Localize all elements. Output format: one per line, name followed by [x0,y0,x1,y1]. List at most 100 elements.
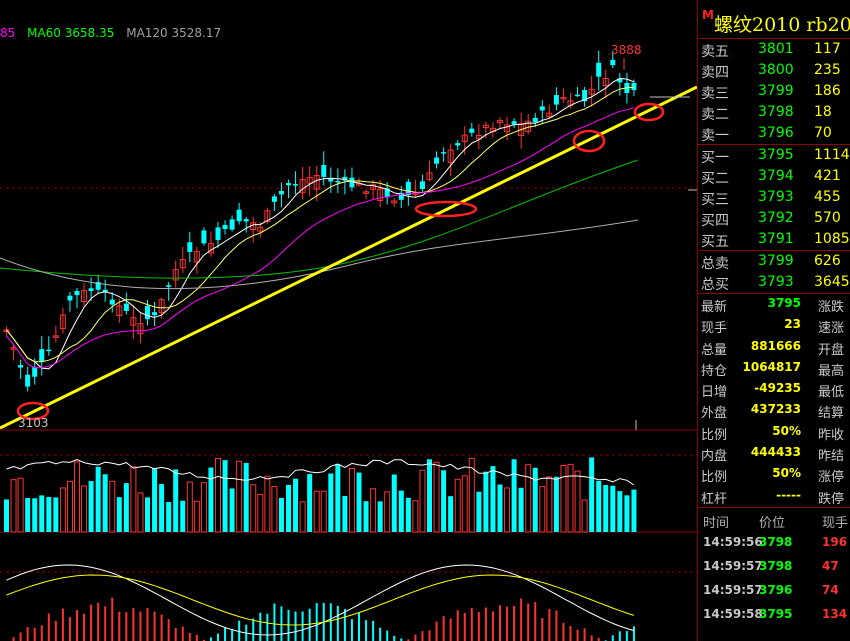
total-row[interactable]: 总买 3793 3645 [698,272,850,293]
stat-row: 最新 3795 涨跌 [698,294,850,315]
volume-bar [186,481,193,533]
volume-bar [596,480,602,532]
level-label: 卖三 [701,86,729,102]
stat-label: 日增 [701,385,728,401]
tick-row[interactable]: 14:59:57 3796 74 [698,578,850,602]
bid-row[interactable]: 买二 3794 421 [698,166,850,187]
volume-bar [95,466,101,532]
candle-body [74,290,80,296]
volume-bar [511,459,517,532]
volume-bar [313,490,320,533]
kline-chart-area[interactable]: 3888 3103 85 MA60 3658.35 MA120 3528.17 [0,0,697,641]
level-volume: 235 [814,62,841,78]
volume-bar [229,488,235,532]
level-price: 3792 [758,210,794,226]
volume-bar [152,467,158,532]
level-volume: 70 [814,125,832,141]
volume-bar [490,466,496,532]
volume-bar [109,480,116,533]
volume-bar [546,476,553,533]
volume-bar [560,465,567,533]
level-price: 3801 [758,41,794,57]
volume-bar [384,491,391,533]
candle-body [631,83,637,91]
volume-bar [581,499,588,533]
stat-row: 日增 -49235 最低 [698,379,850,400]
tick-price: 3798 [759,534,793,549]
stat-label: 比例 [701,427,728,443]
level-price: 3793 [758,274,794,290]
stat-label-2: 速涨 [818,321,845,337]
volume-bar [222,460,228,532]
tick-price-header: 价位 [759,515,786,531]
tick-row[interactable]: 14:59:57 3798 47 [698,554,850,578]
market-stats: 最新 3795 涨跌 现手 23 速涨 总量 881666 开盘 持仓 1064817 最高 日增 -49… [698,294,850,507]
bid-row[interactable]: 买四 3792 570 [698,208,850,229]
level-price: 3791 [758,231,794,247]
stat-label-2: 开盘 [818,342,845,358]
high-price-label: 3888 [611,43,642,57]
tick-vol-header: 现手 [822,515,849,531]
marker-label: M [702,8,714,22]
tick-row[interactable]: 14:59:58 3795 134 [698,602,850,626]
support-trendline [0,85,697,430]
stat-value: 444433 [750,445,801,460]
tick-volume: 47 [822,558,839,573]
kline-chart[interactable]: 3888 3103 [0,0,697,641]
stat-label: 比例 [701,470,728,486]
ask-row[interactable]: 卖一 3796 70 [698,123,850,144]
volume-bar [497,484,503,532]
candle-body [610,59,616,66]
bid-row[interactable]: 买五 3791 1085 [698,229,850,250]
volume-bar [215,458,221,533]
candle-body [166,285,172,287]
ma10-line [6,86,634,363]
ma-legend: 85 MA60 3658.35 MA120 3528.17 [0,26,229,40]
tick-row[interactable]: 14:59:56 3798 196 [698,530,850,554]
candle-body [293,184,299,186]
stat-label: 最新 [701,300,728,315]
tick-time: 14:59:57 [703,558,763,573]
level-price: 3798 [758,104,794,120]
volume-bar [59,487,66,533]
volume-bar [589,457,595,532]
candle-body [328,178,334,182]
level-label: 卖二 [701,107,729,123]
ask-row[interactable]: 卖四 3800 235 [698,60,850,81]
candle-body [236,209,242,222]
stat-label: 总量 [701,342,728,358]
stat-label-2: 昨收 [818,427,845,443]
ask-row[interactable]: 卖三 3799 186 [698,81,850,102]
bid-row[interactable]: 买一 3795 1114 [698,145,850,166]
level-label: 买五 [701,234,729,250]
stat-value: -49235 [754,381,801,396]
tick-list[interactable]: 14:59:56 3798 196 14:59:57 3798 47 14:59:57 379… [698,530,850,626]
volume-bar [320,490,327,533]
level-label: 买二 [701,171,729,187]
level-price: 3799 [758,83,794,99]
level-volume: 186 [814,83,841,99]
total-row[interactable]: 总卖 3799 626 [698,251,850,272]
volume-bar [398,490,404,532]
level-volume: 1085 [814,231,850,247]
volume-bar [173,469,179,532]
volume-bar [363,501,369,532]
volume-bar [208,467,214,532]
volume-bar [25,497,31,532]
stat-value: 1064817 [742,359,801,374]
candle-body [321,165,327,177]
bid-levels: 买一 3795 1114 买二 3794 421 买三 3793 455 买四 3792 570 买五 3… [698,145,850,250]
volume-bar [483,471,489,532]
volume-bar [461,475,468,533]
level-volume: 455 [814,189,841,205]
volume-bar [370,488,377,533]
volume-bar [610,485,616,532]
volume-bar [624,495,630,532]
ask-row[interactable]: 卖二 3798 18 [698,102,850,123]
ask-row[interactable]: 卖五 3801 117 [698,39,850,60]
bid-row[interactable]: 买三 3793 455 [698,187,850,208]
volume-bar [264,475,271,533]
instrument-title: 螺纹2010 rb2010 [714,14,850,36]
stat-label: 持仓 [701,363,728,379]
volume-bar [525,464,532,533]
